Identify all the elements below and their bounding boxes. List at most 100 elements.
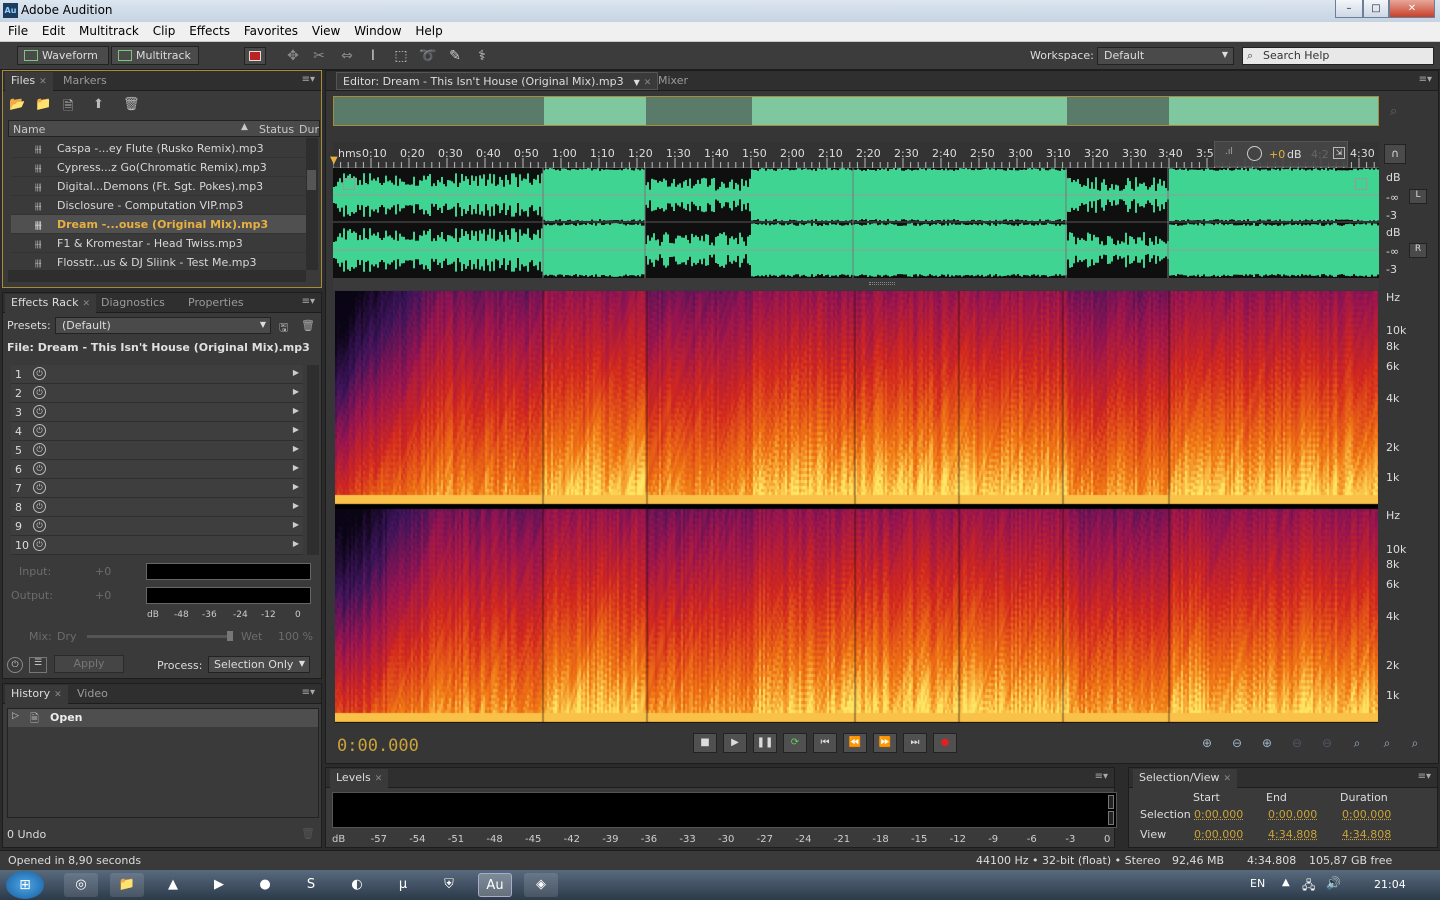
razor-tool-icon[interactable]: ✂ bbox=[310, 47, 328, 65]
effect-slot[interactable]: 3 ⏻ ▶ bbox=[11, 403, 303, 422]
go-to-end-button[interactable]: ⏭ bbox=[903, 733, 927, 753]
menu-edit[interactable]: Edit bbox=[34, 22, 65, 38]
tab-properties[interactable]: Properties bbox=[182, 294, 250, 313]
maximize-button[interactable]: □ bbox=[1363, 0, 1389, 18]
zoom-out-amplitude-icon[interactable]: ⊖ bbox=[1226, 736, 1248, 752]
file-row[interactable]: ⫲⫲ Dream -...ouse (Original Mix).mp3 bbox=[11, 215, 307, 234]
firefox-icon[interactable]: ● bbox=[248, 873, 282, 897]
effect-slot[interactable]: 10 ⏻ ▶ bbox=[11, 536, 303, 555]
close-icon[interactable]: ✕ bbox=[1224, 774, 1232, 784]
headphones-icon[interactable]: ∩ bbox=[1384, 144, 1406, 164]
chrome-icon[interactable]: ◎ bbox=[64, 873, 98, 897]
power-icon[interactable]: ⏻ bbox=[33, 481, 46, 494]
menu-window[interactable]: Window bbox=[346, 22, 401, 38]
chevron-right-icon[interactable]: ▶ bbox=[293, 406, 299, 415]
volume-knob[interactable] bbox=[1247, 146, 1262, 161]
column-duration[interactable]: Dur bbox=[299, 123, 319, 136]
import-file-icon[interactable]: 📁 bbox=[35, 97, 51, 112]
menu-effects[interactable]: Effects bbox=[181, 22, 230, 38]
browser-icon[interactable]: ◐ bbox=[340, 873, 374, 897]
fade-in-handle-icon[interactable] bbox=[343, 178, 355, 190]
spot-healing-tool-icon[interactable]: ⚕ bbox=[473, 47, 491, 65]
hud-volume[interactable]: .ıl +0 dB 4:2 ⇲ bbox=[1214, 141, 1348, 167]
power-icon[interactable]: ⏻ bbox=[7, 657, 23, 673]
mix-slider-thumb[interactable] bbox=[227, 631, 233, 641]
close-icon[interactable]: ✕ bbox=[39, 77, 47, 87]
menu-help[interactable]: Help bbox=[407, 22, 442, 38]
history-item-open[interactable]: ▷ 🗎 Open bbox=[8, 709, 318, 727]
chevron-right-icon[interactable]: ▶ bbox=[293, 444, 299, 453]
file-row[interactable]: ⫲⫲ Caspa -...ey Flute (Rusko Remix).mp3 bbox=[11, 139, 307, 158]
clip-indicator-l[interactable] bbox=[1108, 795, 1114, 809]
power-icon[interactable]: ⏻ bbox=[33, 443, 46, 456]
delete-preset-icon[interactable]: 🗑 bbox=[301, 319, 315, 332]
menu-favorites[interactable]: Favorites bbox=[236, 22, 298, 38]
explorer-icon[interactable]: 📁 bbox=[110, 873, 144, 897]
zoom-in-time-icon[interactable]: ⊕ bbox=[1256, 736, 1278, 752]
minimize-button[interactable]: – bbox=[1335, 0, 1363, 18]
power-icon[interactable]: ⏻ bbox=[33, 462, 46, 475]
zoom-in-amplitude-icon[interactable]: ⊕ bbox=[1196, 736, 1218, 752]
play-button[interactable]: ▶ bbox=[723, 733, 747, 753]
channel-right-toggle[interactable]: R bbox=[1409, 243, 1427, 258]
marquee-tool-icon[interactable]: ⬚ bbox=[392, 47, 410, 65]
panel-menu-icon[interactable]: ≡▾ bbox=[302, 687, 315, 698]
chevron-right-icon[interactable]: ▶ bbox=[293, 425, 299, 434]
chevron-right-icon[interactable]: ▶ bbox=[293, 501, 299, 510]
skype-icon[interactable]: S bbox=[294, 873, 328, 897]
column-name[interactable]: Name bbox=[13, 123, 45, 136]
waveform-display[interactable] bbox=[333, 168, 1379, 278]
view-start[interactable]: 0:00.000 bbox=[1194, 828, 1243, 841]
selection-end[interactable]: 0:00.000 bbox=[1268, 808, 1317, 821]
spectral-display[interactable] bbox=[335, 291, 1378, 723]
media-player-icon[interactable]: ▶ bbox=[202, 873, 236, 897]
effect-slot[interactable]: 1 ⏻ ▶ bbox=[11, 365, 303, 384]
playhead-marker-icon[interactable]: ▼ bbox=[330, 155, 338, 166]
tab-editor[interactable]: Editor: Dream - This Isn't House (Origin… bbox=[336, 72, 659, 90]
new-file-icon[interactable]: 🗎 bbox=[63, 97, 73, 119]
tab-files[interactable]: Files ✕ bbox=[5, 72, 53, 91]
menu-multitrack[interactable]: Multitrack bbox=[71, 22, 139, 38]
close-icon[interactable]: ✕ bbox=[82, 299, 90, 309]
language-indicator[interactable]: EN bbox=[1250, 877, 1265, 890]
close-icon[interactable]: ✕ bbox=[644, 78, 652, 88]
tab-video[interactable]: Video bbox=[71, 685, 114, 704]
spectral-display-toggle[interactable] bbox=[244, 47, 266, 65]
power-icon[interactable]: ⏻ bbox=[33, 538, 46, 551]
network-icon[interactable]: 🖧 bbox=[1302, 876, 1315, 897]
tab-levels[interactable]: Levels ✕ bbox=[330, 769, 389, 788]
file-row[interactable]: ⫲⫲ Disclosure - Computation VIP.mp3 bbox=[11, 196, 307, 215]
process-select[interactable]: Selection Only ▼ bbox=[208, 656, 310, 673]
effect-slot[interactable]: 4 ⏻ ▶ bbox=[11, 422, 303, 441]
move-tool-icon[interactable]: ✥ bbox=[284, 47, 302, 65]
rewind-button[interactable]: ⏪ bbox=[843, 733, 867, 753]
tab-diagnostics[interactable]: Diagnostics bbox=[95, 294, 171, 313]
panel-menu-icon[interactable]: ≡▾ bbox=[1095, 771, 1108, 782]
fast-forward-button[interactable]: ⏩ bbox=[873, 733, 897, 753]
stop-button[interactable]: ■ bbox=[693, 733, 717, 753]
channel-left-toggle[interactable]: L bbox=[1409, 189, 1427, 204]
power-icon[interactable]: ⏻ bbox=[33, 386, 46, 399]
multitrack-view-button[interactable]: Multitrack bbox=[111, 46, 199, 65]
zoom-in-point-icon[interactable]: ⌕ bbox=[1346, 736, 1368, 752]
time-selection-tool-icon[interactable]: I bbox=[364, 47, 382, 65]
effect-slot[interactable]: 7 ⏻ ▶ bbox=[11, 479, 303, 498]
close-icon[interactable]: ✕ bbox=[54, 690, 62, 700]
tab-selection-view[interactable]: Selection/View ✕ bbox=[1133, 769, 1238, 788]
pause-button[interactable]: ❚❚ bbox=[753, 733, 777, 753]
chevron-right-icon[interactable]: ▶ bbox=[293, 368, 299, 377]
paint-icon[interactable]: ◈ bbox=[524, 873, 558, 897]
save-preset-icon[interactable]: 🖫 bbox=[279, 319, 288, 338]
power-icon[interactable]: ⏻ bbox=[33, 405, 46, 418]
chevron-right-icon[interactable]: ▶ bbox=[293, 539, 299, 548]
delete-icon[interactable]: 🗑 bbox=[123, 97, 140, 112]
audition-taskbar-icon[interactable]: Au bbox=[478, 873, 512, 897]
brush-tool-icon[interactable]: ✎ bbox=[446, 47, 464, 65]
power-icon[interactable]: ⏻ bbox=[33, 424, 46, 437]
hud-gain-value[interactable]: +0 bbox=[1269, 148, 1285, 161]
files-scrollbar[interactable] bbox=[306, 138, 318, 270]
column-status[interactable]: Status bbox=[259, 123, 294, 136]
workspace-select[interactable]: Default ▼ bbox=[1097, 47, 1234, 65]
tab-effects-rack[interactable]: Effects Rack ✕ bbox=[5, 294, 96, 313]
close-window-button[interactable]: ✕ bbox=[1389, 0, 1435, 18]
